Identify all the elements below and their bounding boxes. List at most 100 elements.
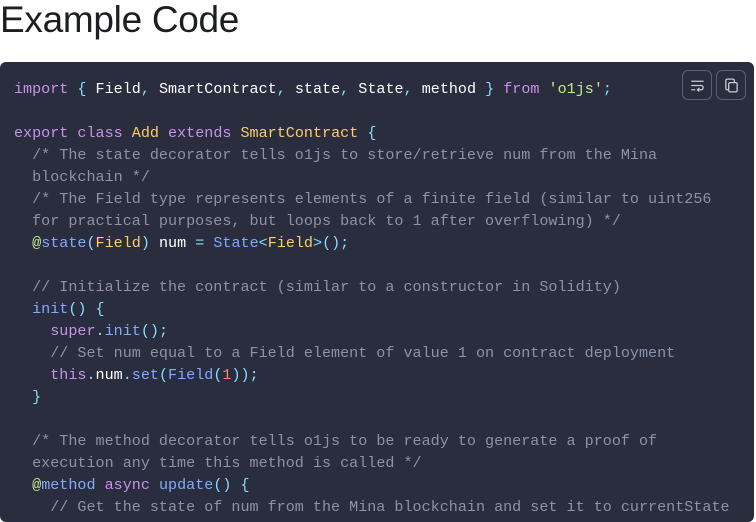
code-token: . bbox=[122, 366, 132, 384]
code-line: /* The state decorator tells o1js to sto… bbox=[14, 144, 730, 166]
code-block: import { Field, SmartContract, state, St… bbox=[0, 62, 754, 522]
code-token: // Set num equal to a Field element of v… bbox=[50, 344, 676, 362]
code-token: for practical purposes, but loops back t… bbox=[32, 212, 621, 230]
code-token: { bbox=[240, 476, 250, 494]
code-line: export class Add extends SmartContract { bbox=[14, 122, 730, 144]
code-toolbar bbox=[682, 70, 746, 100]
code-token: } bbox=[32, 388, 42, 406]
code-token: @ bbox=[32, 476, 42, 494]
code-token: Field bbox=[95, 234, 141, 252]
code-token: , bbox=[340, 80, 350, 98]
code-token: set bbox=[131, 366, 159, 384]
code-line: /* The Field type represents elements of… bbox=[14, 188, 730, 210]
code-token: /* The state decorator tells o1js to sto… bbox=[32, 146, 658, 164]
code-token: ) bbox=[140, 234, 150, 252]
code-token: (); bbox=[322, 234, 350, 252]
code-token: num bbox=[158, 234, 187, 252]
code-token: 'o1js' bbox=[548, 80, 603, 98]
page-title: Example Code bbox=[0, 0, 240, 40]
code-token: // Get the state of num from the Mina bl… bbox=[50, 498, 730, 516]
code-token: < bbox=[258, 234, 268, 252]
code-token: State bbox=[358, 80, 404, 98]
code-token: import bbox=[14, 80, 69, 98]
code-line: @method async update() { bbox=[14, 474, 730, 496]
code-token: . bbox=[86, 366, 96, 384]
code-token: export bbox=[14, 124, 69, 142]
code-token: @ bbox=[32, 234, 42, 252]
code-token: from bbox=[503, 80, 540, 98]
code-token: = bbox=[195, 234, 205, 252]
code-line: init() { bbox=[14, 298, 730, 320]
code-token: method bbox=[41, 476, 96, 494]
code-token: () bbox=[213, 476, 232, 494]
word-wrap-toggle-button[interactable] bbox=[682, 70, 712, 100]
code-line: super.init(); bbox=[14, 320, 730, 342]
code-line: // Set num equal to a Field element of v… bbox=[14, 342, 730, 364]
copy-button[interactable] bbox=[716, 70, 746, 100]
code-token: () bbox=[68, 300, 87, 318]
code-token: /* The method decorator tells o1js to be… bbox=[32, 432, 658, 450]
code-token: execution any time this method is called… bbox=[32, 454, 422, 472]
code-line: blockchain */ bbox=[14, 166, 730, 188]
code-token: , bbox=[403, 80, 413, 98]
code-token: init bbox=[104, 322, 141, 340]
code-line: this.num.set(Field(1)); bbox=[14, 364, 730, 386]
code-token: /* The Field type represents elements of… bbox=[32, 190, 712, 208]
code-line: execution any time this method is called… bbox=[14, 452, 730, 474]
code-token: SmartContract bbox=[158, 80, 277, 98]
code-token: Add bbox=[131, 124, 159, 142]
code-token: blockchain */ bbox=[32, 168, 150, 186]
code-token: } bbox=[485, 80, 495, 98]
code-text: import { Field, SmartContract, state, St… bbox=[14, 78, 730, 518]
code-content: import { Field, SmartContract, state, St… bbox=[14, 78, 730, 518]
code-token: Field bbox=[168, 366, 214, 384]
code-token: init bbox=[32, 300, 69, 318]
code-token: state bbox=[294, 80, 341, 98]
code-token: (); bbox=[140, 322, 169, 340]
code-token: > bbox=[313, 234, 323, 252]
word-wrap-icon bbox=[690, 80, 704, 92]
code-token: update bbox=[158, 476, 214, 494]
copy-icon bbox=[724, 77, 738, 93]
code-token: . bbox=[95, 322, 105, 340]
code-token: class bbox=[77, 124, 123, 142]
code-token: state bbox=[41, 234, 87, 252]
code-line: import { Field, SmartContract, state, St… bbox=[14, 78, 730, 100]
code-token: { bbox=[367, 124, 377, 142]
code-token: , bbox=[276, 80, 286, 98]
code-token: super bbox=[50, 322, 96, 340]
code-token: // Initialize the contract (similar to a… bbox=[32, 278, 621, 296]
code-line: // Initialize the contract (similar to a… bbox=[14, 276, 730, 298]
code-line: } bbox=[14, 386, 730, 408]
code-token: SmartContract bbox=[240, 124, 359, 142]
code-token: )); bbox=[231, 366, 259, 384]
